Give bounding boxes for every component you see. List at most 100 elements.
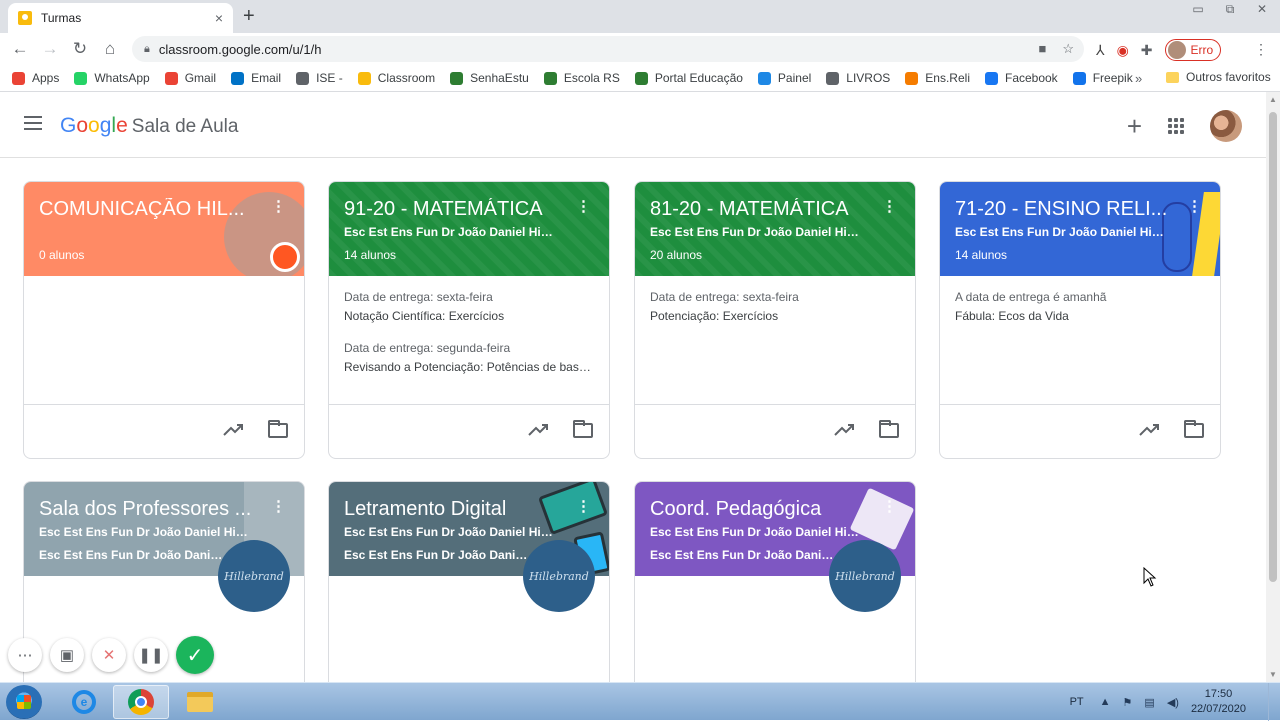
main-menu-icon[interactable] — [24, 116, 42, 130]
lock-icon[interactable]: 🔒︎ — [144, 43, 150, 56]
card-options-icon[interactable]: ⋮ — [576, 499, 591, 514]
class-card-header[interactable]: 91-20 - MATEMÁTICA Esc Est Ens Fun Dr Joã… — [329, 182, 609, 276]
network-icon[interactable]: ▤ — [1144, 696, 1154, 709]
taskbar-file-explorer[interactable] — [172, 685, 228, 719]
tab-close-icon[interactable]: × — [215, 10, 223, 26]
other-bookmarks[interactable]: Outros favoritos — [1166, 70, 1271, 84]
action-center-flag-icon[interactable]: ⚑ — [1123, 696, 1133, 709]
bookmark-11[interactable]: Ens.Reli — [905, 71, 970, 85]
bookmark-9[interactable]: Painel — [757, 71, 811, 85]
assignment-link[interactable]: Potenciação: Exercícios — [650, 309, 900, 323]
create-join-class-button[interactable]: + — [1127, 113, 1142, 139]
taskbar-internet-explorer[interactable]: e — [56, 685, 112, 719]
restore-icon[interactable]: ⧉ — [1222, 2, 1238, 17]
bookmark-7[interactable]: Escola RS — [543, 71, 620, 85]
trending-icon[interactable] — [833, 421, 855, 437]
finish-recording-icon[interactable]: ✓ — [176, 636, 214, 674]
bookmark-star-icon[interactable]: ☆ — [1062, 41, 1074, 57]
volume-icon[interactable]: ◀) — [1167, 696, 1179, 709]
class-title[interactable]: 81-20 - MATEMÁTICA — [650, 198, 870, 221]
extension-record-icon[interactable]: ◉ — [1117, 42, 1129, 59]
bookmark-2[interactable]: Gmail — [164, 71, 217, 85]
card-options-icon[interactable]: ⋮ — [882, 199, 897, 214]
webcam-icon[interactable]: ▣ — [50, 638, 84, 672]
class-title[interactable]: Coord. Pedagógica — [650, 498, 870, 521]
bookmark-12[interactable]: Facebook — [984, 71, 1058, 85]
browser-menu-icon[interactable]: ⋮ — [1254, 41, 1268, 58]
bookmark-5[interactable]: Classroom — [357, 71, 435, 85]
home-icon[interactable]: ⌂ — [95, 39, 125, 59]
new-tab-button[interactable]: + — [243, 5, 255, 28]
extensions-puzzle-icon[interactable]: ✚ — [1141, 42, 1153, 59]
class-card-header[interactable]: 81-20 - MATEMÁTICA Esc Est Ens Fun Dr Joã… — [635, 182, 915, 276]
bookmark-1[interactable]: WhatsApp — [74, 71, 150, 85]
start-button[interactable] — [6, 685, 42, 719]
class-card[interactable]: COMUNICAÇÃO HIL... 0 alunos ⋮ — [23, 181, 305, 459]
class-card[interactable]: 81-20 - MATEMÁTICA Esc Est Ens Fun Dr Joã… — [634, 181, 916, 459]
card-options-icon[interactable]: ⋮ — [1187, 199, 1202, 214]
bookmark-13[interactable]: Freepik — [1072, 71, 1133, 85]
reload-icon[interactable]: ↻ — [65, 39, 95, 59]
card-options-icon[interactable]: ⋮ — [271, 199, 286, 214]
extension-icon[interactable]: ⅄ — [1096, 42, 1105, 59]
card-options-icon[interactable]: ⋮ — [882, 499, 897, 514]
minimize-icon[interactable]: ▭ — [1190, 2, 1206, 17]
class-card[interactable]: 91-20 - MATEMÁTICA Esc Est Ens Fun Dr Joã… — [328, 181, 610, 459]
assignment-link[interactable]: Revisando a Potenciação: Potências de ba… — [344, 360, 594, 374]
trending-icon[interactable] — [1138, 421, 1160, 437]
class-card[interactable]: 71-20 - ENSINO RELI... Esc Est Ens Fun Dr… — [939, 181, 1221, 459]
bookmark-4[interactable]: ISE - — [296, 71, 343, 85]
class-title[interactable]: 91-20 - MATEMÁTICA — [344, 198, 564, 221]
class-title[interactable]: 71-20 - ENSINO RELI... — [955, 198, 1175, 221]
class-card-header[interactable]: 71-20 - ENSINO RELI... Esc Est Ens Fun Dr… — [940, 182, 1220, 276]
class-title[interactable]: COMUNICAÇÃO HIL... — [39, 198, 259, 221]
account-avatar[interactable] — [1210, 110, 1242, 142]
class-folder-icon[interactable] — [573, 420, 593, 438]
page-scrollbar[interactable]: ▲ ▼ — [1266, 92, 1280, 682]
bookmark-label: Gmail — [184, 71, 217, 85]
class-title[interactable]: Letramento Digital — [344, 498, 564, 521]
class-section: Esc Est Ens Fun Dr João Daniel Hilleb... — [650, 225, 860, 239]
class-folder-icon[interactable] — [268, 420, 288, 438]
bookmark-8[interactable]: Portal Educação — [634, 71, 743, 85]
forward-icon[interactable]: → — [35, 39, 65, 59]
trending-icon[interactable] — [527, 421, 549, 437]
show-hidden-icons-icon[interactable]: ▲ — [1100, 696, 1111, 708]
recorder-options-icon[interactable]: ⋯ — [8, 638, 42, 672]
google-apps-icon[interactable] — [1168, 118, 1184, 134]
scroll-down-icon[interactable]: ▼ — [1269, 670, 1277, 679]
more-bookmarks-icon[interactable]: » — [1135, 71, 1142, 86]
close-window-icon[interactable]: ✕ — [1254, 2, 1270, 17]
profile-chip[interactable]: Erro — [1164, 39, 1222, 61]
scrollbar-thumb[interactable] — [1269, 112, 1277, 582]
assignment-link[interactable]: Notação Científica: Exercícios — [344, 309, 594, 323]
clock[interactable]: 17:50 22/07/2020 — [1191, 687, 1246, 717]
cancel-recording-icon[interactable]: ✕ — [92, 638, 126, 672]
class-card[interactable]: Letramento Digital Esc Est Ens Fun Dr Joã… — [328, 481, 610, 682]
trending-icon[interactable] — [222, 421, 244, 437]
taskbar-chrome[interactable] — [113, 685, 169, 719]
show-desktop-button[interactable] — [1268, 683, 1280, 721]
class-folder-icon[interactable] — [1184, 420, 1204, 438]
card-options-icon[interactable]: ⋮ — [271, 499, 286, 514]
card-options-icon[interactable]: ⋮ — [576, 199, 591, 214]
bookmark-10[interactable]: LIVROS — [826, 71, 890, 85]
assignment-link[interactable]: Fábula: Ecos da Vida — [955, 309, 1205, 323]
bookmark-0[interactable]: Apps — [12, 71, 59, 85]
camera-icon[interactable]: ■ — [1038, 41, 1046, 57]
student-count: 14 alunos — [955, 248, 1008, 262]
bookmark-6[interactable]: SenhaEstu — [450, 71, 529, 85]
class-folder-icon[interactable] — [879, 420, 899, 438]
tab-turmas[interactable]: Turmas × — [8, 3, 233, 33]
class-card-header[interactable]: COMUNICAÇÃO HIL... 0 alunos ⋮ — [24, 182, 304, 276]
address-bar[interactable]: 🔒︎ classroom.google.com/u/1/h ■ ☆ — [132, 36, 1084, 62]
bookmark-label: WhatsApp — [94, 71, 150, 85]
back-icon[interactable]: ← — [5, 39, 35, 59]
class-title[interactable]: Sala dos Professores ... — [39, 498, 259, 521]
bookmark-3[interactable]: Email — [231, 71, 281, 85]
class-card[interactable]: Coord. Pedagógica Esc Est Ens Fun Dr João… — [634, 481, 916, 682]
google-classroom-logo[interactable]: Google Sala de Aula — [60, 114, 238, 138]
scroll-up-icon[interactable]: ▲ — [1269, 95, 1277, 104]
language-indicator[interactable]: PT — [1070, 696, 1084, 708]
pause-recording-icon[interactable]: ❚❚ — [134, 638, 168, 672]
